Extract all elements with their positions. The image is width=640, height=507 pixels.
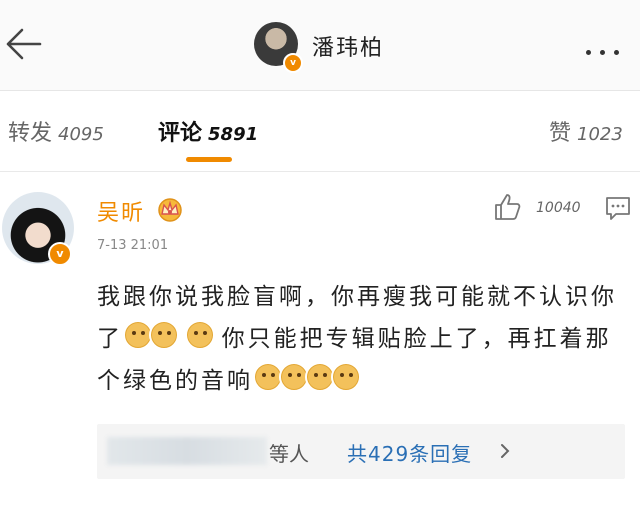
arrow-left-icon[interactable] bbox=[2, 22, 46, 66]
thumbs-up-icon[interactable] bbox=[492, 192, 522, 222]
verified-badge: v bbox=[48, 242, 72, 266]
active-tab-indicator bbox=[186, 157, 232, 162]
verified-badge: v bbox=[283, 53, 303, 73]
tab-like[interactable]: 赞 1023 bbox=[549, 115, 623, 147]
blurred-names bbox=[107, 437, 267, 465]
doge-emoji bbox=[149, 320, 179, 350]
crown-icon bbox=[158, 198, 182, 222]
tab-comment-label: 评论 bbox=[158, 121, 203, 146]
view-replies-link[interactable]: 共429条回复 bbox=[347, 438, 472, 467]
top-bar: v 潘玮柏 bbox=[0, 0, 640, 91]
doge-emoji bbox=[331, 362, 361, 392]
comment-bubble-icon[interactable] bbox=[604, 194, 632, 222]
tab-forward-count: 4095 bbox=[58, 124, 104, 145]
comment-item: v 吴昕 7-13 21:01 10040 我跟你说我脸盲啊，你再瘦我可能就不认… bbox=[0, 172, 640, 507]
page-title: 潘玮柏 bbox=[312, 36, 385, 61]
tab-like-count: 1023 bbox=[577, 124, 623, 145]
tab-forward-label: 转发 bbox=[8, 121, 53, 146]
tab-forward[interactable]: 转发 4095 bbox=[8, 115, 104, 147]
tab-like-label: 赞 bbox=[549, 121, 572, 146]
comment-body: 我跟你说我脸盲啊，你再瘦我可能就不认识你了 你只能把专辑贴脸上了，再扛着那个绿色… bbox=[97, 276, 622, 402]
replies-box[interactable]: 等人 共429条回复 bbox=[97, 424, 625, 479]
tab-comment-count: 5891 bbox=[208, 124, 259, 145]
more-dots-icon[interactable] bbox=[586, 40, 636, 55]
tab-comment[interactable]: 评论 5891 bbox=[158, 115, 258, 147]
like-count: 10040 bbox=[536, 200, 581, 216]
comment-timestamp: 7-13 21:01 bbox=[97, 238, 169, 253]
replies-tail-text: 等人 bbox=[269, 442, 309, 466]
commenter-name[interactable]: 吴昕 bbox=[97, 195, 145, 227]
tab-bar: 转发 4095 评论 5891 赞 1023 bbox=[0, 91, 640, 172]
chevron-right-icon bbox=[501, 444, 510, 458]
